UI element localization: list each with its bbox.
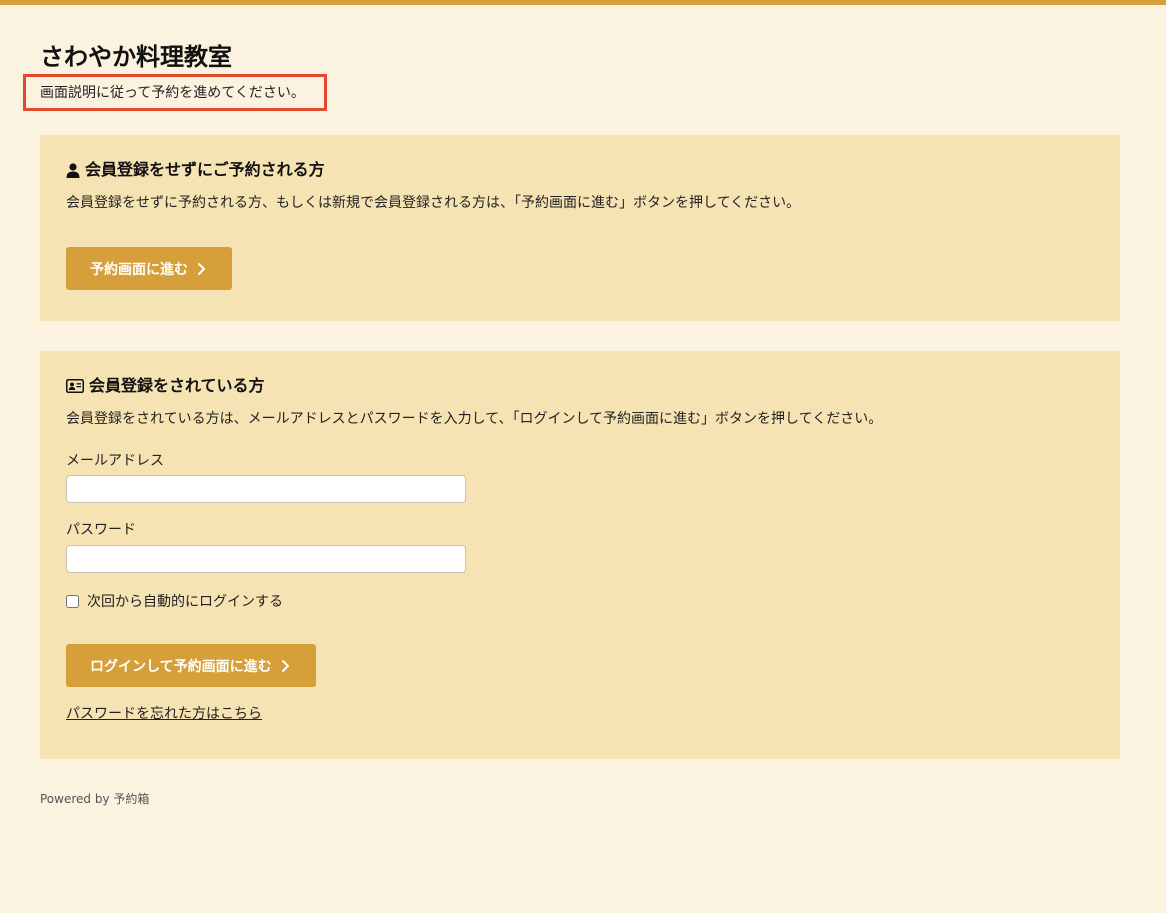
email-label: メールアドレス: [66, 453, 164, 469]
powered-by-footer: Powered by 予約箱: [40, 792, 150, 806]
login-and-proceed-button[interactable]: ログインして予約画面に進む: [66, 644, 316, 687]
member-heading: 会員登録をされている方: [66, 375, 265, 397]
member-heading-text: 会員登録をされている方: [89, 376, 265, 395]
auto-login-option[interactable]: 次回から自動的にログインする: [66, 591, 283, 611]
id-card-icon: [66, 379, 84, 393]
proceed-to-booking-label: 予約画面に進む: [90, 261, 188, 278]
guest-booking-panel: 会員登録をせずにご予約される方 会員登録をせずに予約される方、もしくは新規で会員…: [40, 135, 1120, 321]
chevron-right-icon: [278, 659, 292, 673]
proceed-to-booking-button[interactable]: 予約画面に進む: [66, 247, 232, 290]
email-field[interactable]: [66, 475, 466, 503]
guest-heading: 会員登録をせずにご予約される方: [66, 159, 325, 181]
auto-login-checkbox[interactable]: [66, 594, 79, 608]
top-accent-bar: [0, 0, 1166, 5]
user-icon: [66, 162, 80, 178]
member-login-panel: 会員登録をされている方 会員登録をされている方は、メールアドレスとパスワードを入…: [40, 351, 1120, 759]
forgot-password-link[interactable]: パスワードを忘れた方はこちら: [66, 704, 262, 724]
password-label: パスワード: [66, 522, 136, 538]
member-description: 会員登録をされている方は、メールアドレスとパスワードを入力して、「ログインして予…: [66, 411, 883, 427]
site-title: さわやか料理教室: [40, 43, 232, 71]
guest-description: 会員登録をせずに予約される方、もしくは新規で会員登録される方は、「予約画面に進む…: [66, 195, 801, 211]
password-field[interactable]: [66, 545, 466, 573]
guest-heading-text: 会員登録をせずにご予約される方: [85, 160, 325, 179]
instruction-text: 画面説明に従って予約を進めてください。: [40, 85, 305, 101]
auto-login-label: 次回から自動的にログインする: [87, 594, 283, 610]
chevron-right-icon: [194, 262, 208, 276]
login-and-proceed-label: ログインして予約画面に進む: [90, 658, 272, 675]
